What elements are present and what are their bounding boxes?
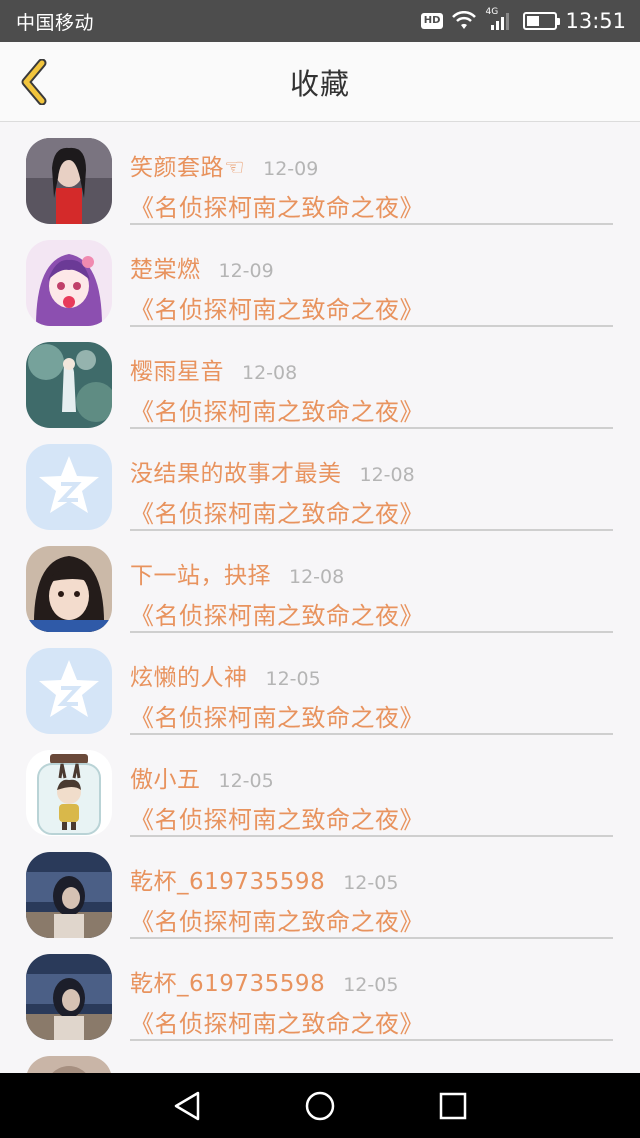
avatar[interactable] <box>26 648 112 734</box>
user-name: 樱雨星音 <box>130 359 224 385</box>
user-name: 楚棠燃 <box>130 257 201 283</box>
list-item[interactable]: 笑颜套路☜ 12-09 《名侦探柯南之致命之夜》 <box>0 123 640 225</box>
date-label: 12-05 <box>343 872 399 894</box>
book-title[interactable]: 《名侦探柯南之致命之夜》 <box>130 902 424 937</box>
avatar[interactable] <box>26 342 112 428</box>
list-item[interactable]: 没结果的故事才最美 12-08 《名侦探柯南之致命之夜》 <box>0 429 640 531</box>
book-title[interactable]: 《名侦探柯南之致命之夜》 <box>130 698 424 733</box>
avatar[interactable] <box>26 750 112 836</box>
date-label: 12-09 <box>263 158 319 180</box>
status-icons: HD 4G 13:51 <box>420 7 626 33</box>
avatar[interactable] <box>26 1056 112 1073</box>
list-item[interactable]: 下一站，抉择 12-08 《名侦探柯南之致命之夜》 <box>0 531 640 633</box>
date-label: 12-08 <box>359 464 415 486</box>
avatar[interactable] <box>26 852 112 938</box>
book-title[interactable]: 《名侦探柯南之致命之夜》 <box>130 188 424 223</box>
battery-level <box>527 16 540 26</box>
list-item[interactable]: 樱雨星音 12-08 《名侦探柯南之致命之夜》 <box>0 327 640 429</box>
network-icon: 4G <box>485 7 511 31</box>
user-name: 傲小五 <box>130 767 201 793</box>
square-recent-icon <box>440 1092 467 1119</box>
date-label: 12-05 <box>265 668 321 690</box>
book-title[interactable]: 《名侦探柯南之致命之夜》 <box>130 494 424 529</box>
nav-home-button[interactable] <box>290 1076 350 1136</box>
user-name: 乾杯_619735598 <box>130 869 326 895</box>
nav-back-button[interactable] <box>157 1076 217 1136</box>
chevron-left-icon <box>21 59 47 105</box>
list-item[interactable]: 傲小五 12-05 《名侦探柯南之致命之夜》 <box>0 735 640 837</box>
wifi-icon <box>452 11 477 29</box>
book-title[interactable]: 《名侦探柯南之致命之夜》 <box>130 1004 424 1039</box>
list-item[interactable]: 炫懒的人神 12-05 《名侦探柯南之致命之夜》 <box>0 633 640 735</box>
user-name: 乾杯_619735598 <box>130 971 326 997</box>
avatar[interactable] <box>26 546 112 632</box>
book-title[interactable]: 《名侦探柯南之致命之夜》 <box>130 392 424 427</box>
book-title[interactable]: 《名侦探柯南之致命之夜》 <box>130 800 424 835</box>
list-item[interactable]: 楚棠燃 12-09 《名侦探柯南之致命之夜》 <box>0 225 640 327</box>
date-label: 12-09 <box>218 260 274 282</box>
avatar[interactable] <box>26 240 112 326</box>
back-button[interactable] <box>14 56 54 108</box>
favorites-list[interactable]: 笑颜套路☜ 12-09 《名侦探柯南之致命之夜》 楚棠燃 12-09 《名侦探柯… <box>0 123 640 1073</box>
avatar[interactable] <box>26 444 112 530</box>
book-title[interactable]: 《名侦探柯南之致命之夜》 <box>130 596 424 631</box>
list-item[interactable]: 乾杯_619735598 12-05 《名侦探柯南之致命之夜》 <box>0 837 640 939</box>
page-title: 收藏 <box>289 66 350 101</box>
battery-icon <box>523 12 561 30</box>
triangle-back-icon <box>174 1091 199 1120</box>
title-bar: 收藏 <box>0 42 640 122</box>
qq-default-icon <box>26 648 112 734</box>
clock: 13:51 <box>565 9 626 33</box>
date-label: 12-05 <box>218 770 274 792</box>
list-item[interactable] <box>0 1041 640 1073</box>
user-name: 炫懒的人神 <box>130 665 248 691</box>
user-name: 没结果的故事才最美 <box>130 461 342 487</box>
carrier-label: 中国移动 <box>16 11 95 34</box>
list-item[interactable]: 乾杯_619735598 12-05 《名侦探柯南之致命之夜》 <box>0 939 640 1041</box>
avatar[interactable] <box>26 138 112 224</box>
date-label: 12-08 <box>242 362 298 384</box>
user-name: 笑颜套路☜ <box>130 155 246 181</box>
navigation-bar <box>0 1073 640 1138</box>
qq-default-icon <box>26 444 112 530</box>
date-label: 12-08 <box>289 566 345 588</box>
avatar[interactable] <box>26 954 112 1040</box>
nav-recent-button[interactable] <box>423 1076 483 1136</box>
book-title[interactable]: 《名侦探柯南之致命之夜》 <box>130 290 424 325</box>
hd-icon: HD <box>420 13 444 29</box>
status-bar: 中国移动 HD 4G 13:51 <box>0 0 640 42</box>
date-label: 12-05 <box>343 974 399 996</box>
user-name: 下一站，抉择 <box>130 563 271 589</box>
circle-home-icon <box>305 1091 335 1120</box>
